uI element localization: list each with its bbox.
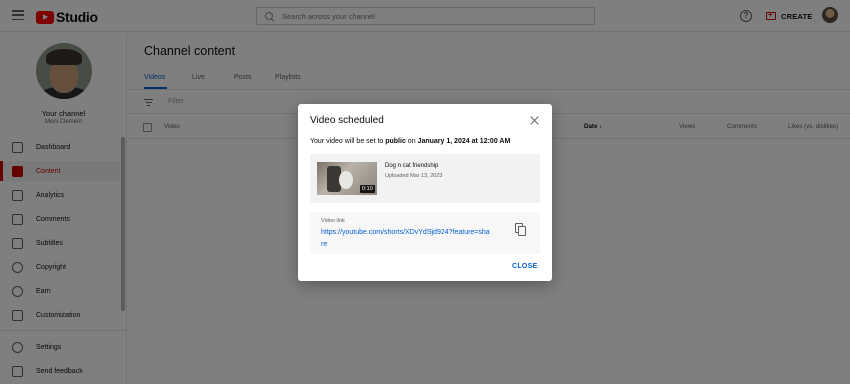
message-datetime: January 1, 2024 at 12:00 AM	[417, 138, 511, 145]
video-duration: 0:10	[359, 185, 375, 193]
dialog-title: Video scheduled	[310, 115, 384, 126]
copy-icon[interactable]	[515, 223, 526, 236]
video-upload-date: Uploaded Mar 13, 2023	[385, 173, 443, 179]
video-card: 0:10 Dog n cat friendship Uploaded Mar 1…	[310, 154, 540, 203]
video-link-card: Video link https://youtube.com/shorts/XD…	[310, 212, 540, 254]
close-button[interactable]: CLOSE	[512, 263, 538, 270]
message-prefix: Your video will be set to	[310, 138, 386, 145]
video-title: Dog n cat friendship	[385, 163, 439, 169]
video-link-label: Video link	[321, 218, 345, 224]
message-visibility: public	[385, 138, 406, 145]
video-scheduled-dialog: Video scheduled Your video will be set t…	[298, 104, 552, 281]
message-mid: on	[405, 138, 418, 145]
schedule-message: Your video will be set to public on Janu…	[310, 138, 510, 145]
close-icon[interactable]	[530, 116, 539, 125]
video-link[interactable]: https://youtube.com/shorts/XDvYdSjd924?f…	[321, 227, 491, 251]
video-thumbnail[interactable]: 0:10	[317, 162, 377, 195]
